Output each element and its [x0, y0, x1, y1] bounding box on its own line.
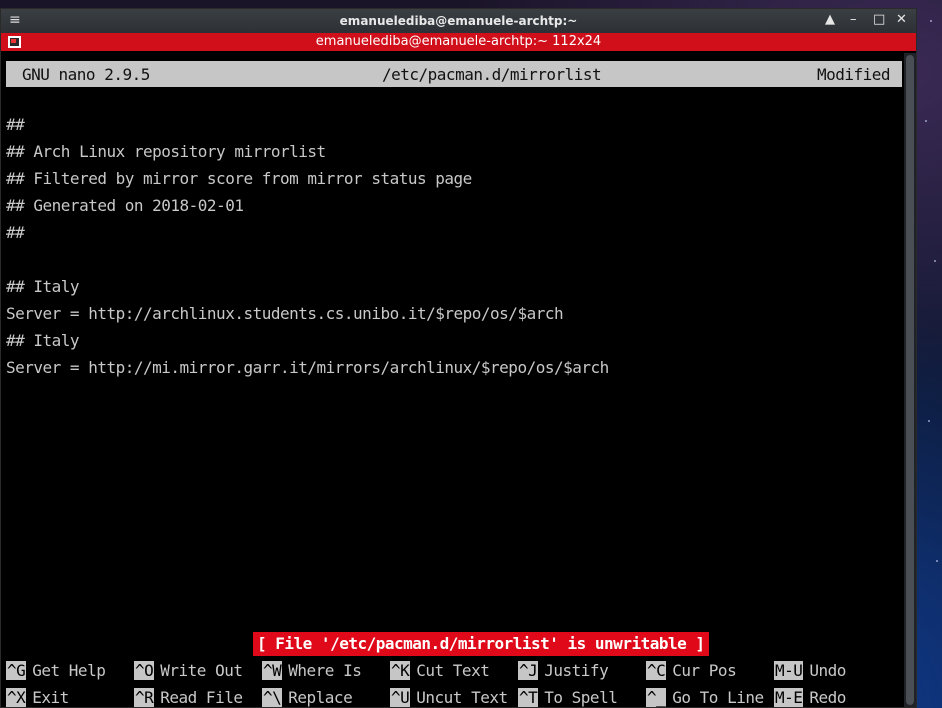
shortcut-uncut-text[interactable]: ^U Uncut Text [390, 684, 508, 708]
shortcut-key: ^X [6, 688, 27, 707]
shortcut-undo[interactable]: M-U Undo [774, 657, 846, 684]
close-icon[interactable]: ✕ [896, 12, 907, 27]
buffer-line[interactable]: ## [6, 219, 902, 246]
shortcut-key: ^T [518, 688, 539, 707]
shortcut-redo[interactable]: M-E Redo [774, 684, 846, 708]
shortcut-key: M-U [774, 661, 804, 680]
shortcut-cut-text[interactable]: ^K Cut Text [390, 657, 490, 684]
shortcut-label: Undo [809, 661, 846, 680]
scrollbar-thumb[interactable] [906, 55, 914, 705]
nano-version: GNU nano 2.9.5 [22, 65, 150, 84]
shortcut-key: ^C [646, 661, 667, 680]
terminal-subtitle: emanuelediba@emanuele-archtp:~ 112x24 [315, 34, 602, 49]
buffer-line[interactable]: ## Generated on 2018-02-01 [6, 192, 902, 219]
shortcut-key: ^J [518, 661, 539, 680]
maximize-icon[interactable]: □ [873, 12, 885, 27]
buffer-line[interactable]: ## Arch Linux repository mirrorlist [6, 138, 902, 165]
shortcut-key: ^G [6, 661, 27, 680]
shortcut-label: Get Help [32, 661, 106, 680]
buffer-line[interactable]: ## Italy [6, 327, 902, 354]
shortcut-get-help[interactable]: ^G Get Help [6, 657, 106, 684]
background-star [934, 260, 936, 262]
shortcut-read-file[interactable]: ^R Read File [134, 684, 243, 708]
shortcut-justify[interactable]: ^J Justify [518, 657, 609, 684]
shortcut-label: Read File [160, 688, 243, 707]
shortcut-label: Cur Pos [672, 661, 737, 680]
shortcut-label: Cut Text [416, 661, 490, 680]
window-title: emanuelediba@emanuele-archtp:~ [339, 14, 578, 28]
window-titlebar[interactable]: ≡ emanuelediba@emanuele-archtp:~ ▲ – □ ✕ [1, 9, 916, 33]
shortcut-write-out[interactable]: ^O Write Out [134, 657, 243, 684]
buffer-line[interactable]: Server = http://archlinux.students.cs.un… [6, 300, 902, 327]
shortcut-label: Redo [809, 688, 846, 707]
shortcut-label: Exit [32, 688, 69, 707]
shortcut-key: ^\ [262, 688, 283, 707]
background-star [928, 420, 930, 422]
buffer-line[interactable]: ## Italy [6, 273, 902, 300]
shortcut-key: M-E [774, 688, 804, 707]
shortcut-cur-pos[interactable]: ^C Cur Pos [646, 657, 737, 684]
shortcut-key: ^U [390, 688, 411, 707]
shortcut-label: Uncut Text [416, 688, 508, 707]
shortcut-key: ^K [390, 661, 411, 680]
nano-filename: /etc/pacman.d/mirrorlist [382, 65, 602, 84]
terminal-window: ≡ emanuelediba@emanuele-archtp:~ ▲ – □ ✕… [0, 8, 917, 708]
background-star [930, 20, 932, 22]
shortcut-label: Go To Line [672, 688, 764, 707]
shortcut-label: Justify [544, 661, 609, 680]
shortcut-label: Replace [288, 688, 353, 707]
shortcut-exit[interactable]: ^X Exit [6, 684, 69, 708]
terminal-tab-bar: emanuelediba@emanuele-archtp:~ 112x24 [1, 33, 916, 51]
shortcut-key: ^R [134, 688, 155, 707]
buffer-line[interactable]: ## Filtered by mirror score from mirror … [6, 165, 902, 192]
shortcut-key: ^O [134, 661, 155, 680]
terminal-screen[interactable]: GNU nano 2.9.5 /etc/pacman.d/mirrorlist … [6, 53, 902, 707]
shortcut-to-spell[interactable]: ^T To Spell [518, 684, 618, 708]
buffer-line[interactable]: ## [6, 111, 902, 138]
shortcut-where-is[interactable]: ^W Where Is [262, 657, 362, 684]
nano-modified-state: Modified [816, 65, 891, 84]
shortcut-go-to-line[interactable]: ^_ Go To Line [646, 684, 764, 708]
shortcut-label: Where Is [288, 661, 362, 680]
buffer-line[interactable] [6, 246, 902, 273]
editor-buffer[interactable]: ## ## Arch Linux repository mirrorlist #… [6, 111, 902, 381]
terminal-scrollbar[interactable] [904, 53, 916, 707]
keep-above-icon[interactable]: ▲ [825, 12, 835, 27]
shortcut-key: ^_ [646, 688, 667, 707]
background-star [936, 560, 938, 562]
shortcut-key: ^W [262, 661, 283, 680]
background-star [925, 120, 927, 122]
shortcut-label: To Spell [544, 688, 618, 707]
shortcut-replace[interactable]: ^\ Replace [262, 684, 353, 708]
status-message: [ File '/etc/pacman.d/mirrorlist' is unw… [253, 632, 709, 656]
nano-header: GNU nano 2.9.5 /etc/pacman.d/mirrorlist … [6, 61, 902, 87]
minimize-icon[interactable]: – [850, 12, 857, 27]
shortcut-label: Write Out [160, 661, 243, 680]
buffer-line[interactable]: Server = http://mi.mirror.garr.it/mirror… [6, 354, 902, 381]
